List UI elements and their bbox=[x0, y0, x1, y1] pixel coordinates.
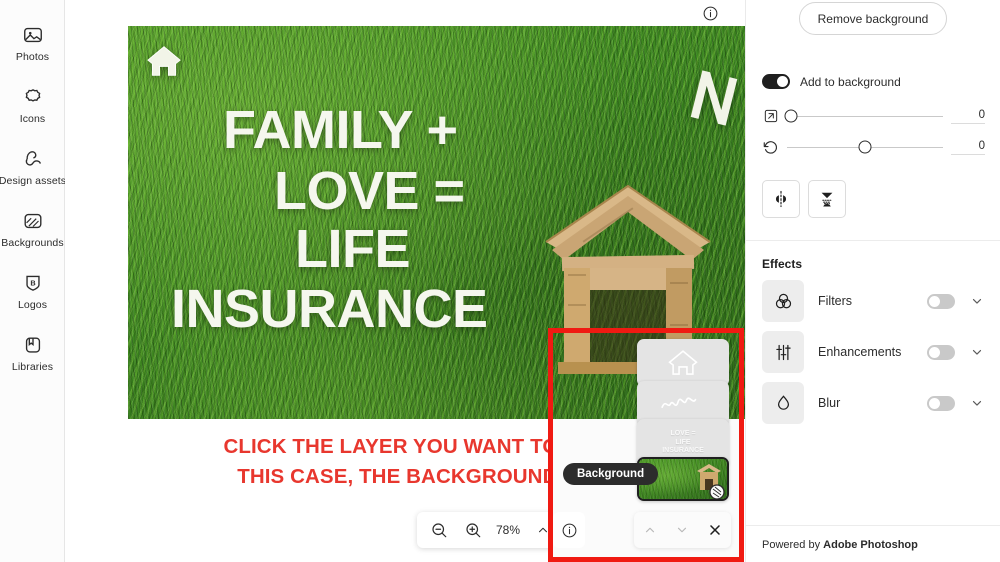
sidebar-label-logos: Logos bbox=[17, 298, 48, 311]
panel-footer-divider bbox=[746, 525, 1000, 526]
letter-n-glyph bbox=[690, 70, 738, 126]
zoom-toolbar: 78% bbox=[417, 512, 565, 548]
backgrounds-icon bbox=[22, 210, 44, 232]
house-logo-icon bbox=[147, 46, 181, 76]
zoom-level-value[interactable]: 78% bbox=[491, 523, 525, 537]
layer-info-button[interactable] bbox=[553, 512, 585, 548]
chevron-down-icon[interactable] bbox=[969, 395, 985, 411]
toggle-knob bbox=[929, 346, 940, 358]
svg-text:B: B bbox=[30, 278, 35, 287]
libraries-icon bbox=[22, 334, 44, 356]
layer-thumb-content bbox=[637, 339, 729, 387]
layer-thumb-house-logo[interactable] bbox=[637, 339, 729, 387]
resize-icon bbox=[762, 108, 779, 125]
sidebar-label-photos: Photos bbox=[15, 50, 50, 63]
blur-icon bbox=[762, 382, 804, 424]
icons-icon bbox=[22, 86, 44, 108]
enhancements-icon bbox=[762, 331, 804, 373]
size-slider-value[interactable]: 0 bbox=[951, 109, 985, 124]
chevron-up-icon bbox=[643, 523, 657, 537]
sidebar-item-libraries[interactable]: Libraries bbox=[0, 322, 65, 384]
rotate-slider-row: 0 bbox=[762, 134, 985, 160]
rotate-slider-track[interactable] bbox=[787, 140, 943, 154]
layer-navigation-bar bbox=[634, 512, 731, 548]
enhancements-toggle[interactable] bbox=[927, 344, 955, 360]
flip-horizontal-icon bbox=[771, 189, 791, 209]
powered-by-text: Powered by Adobe Photoshop bbox=[762, 539, 918, 551]
toggle-knob bbox=[929, 295, 940, 307]
signature-icon bbox=[661, 397, 697, 408]
layer-move-up-button[interactable] bbox=[636, 516, 664, 544]
info-icon bbox=[561, 522, 578, 539]
zoom-in-button[interactable] bbox=[457, 515, 489, 545]
chevron-down-icon[interactable] bbox=[969, 344, 985, 360]
filters-icon bbox=[762, 280, 804, 322]
rotate-slider-value[interactable]: 0 bbox=[951, 140, 985, 155]
flip-horizontal-button[interactable] bbox=[762, 180, 800, 218]
add-to-background-toggle[interactable] bbox=[762, 74, 790, 89]
powered-by-prefix: Powered by bbox=[762, 539, 824, 551]
left-sidebar: Photos Icons Design assets Backgrounds B… bbox=[0, 0, 67, 562]
add-to-background-label: Add to background bbox=[800, 74, 901, 89]
photos-icon bbox=[22, 24, 44, 46]
filters-toggle[interactable] bbox=[927, 293, 955, 309]
sidebar-item-backgrounds[interactable]: Backgrounds bbox=[0, 198, 65, 260]
add-to-background-row[interactable]: Add to background bbox=[762, 74, 901, 89]
panel-divider bbox=[746, 240, 1000, 241]
effect-row-filters[interactable]: Filters bbox=[762, 280, 985, 322]
effect-label-blur: Blur bbox=[818, 396, 841, 410]
zoom-out-icon bbox=[430, 521, 448, 539]
selected-layer-badge[interactable]: Background bbox=[563, 463, 659, 485]
layer-close-button[interactable] bbox=[701, 516, 729, 544]
house-icon bbox=[668, 350, 698, 375]
design-assets-icon bbox=[22, 148, 44, 170]
effect-label-filters: Filters bbox=[818, 294, 853, 308]
effect-row-enhancements[interactable]: Enhancements bbox=[762, 331, 985, 373]
layer-move-down-button[interactable] bbox=[668, 516, 696, 544]
effect-row-blur[interactable]: Blur bbox=[762, 382, 985, 424]
sidebar-label-icons: Icons bbox=[19, 112, 46, 125]
zoom-in-icon bbox=[464, 521, 482, 539]
rotate-icon bbox=[762, 139, 779, 156]
info-icon bbox=[702, 5, 719, 22]
sidebar-item-photos[interactable]: Photos bbox=[0, 12, 65, 74]
sidebar-item-design-assets[interactable]: Design assets bbox=[0, 136, 67, 198]
chevron-down-icon bbox=[675, 523, 689, 537]
close-icon bbox=[707, 522, 723, 538]
blur-toggle[interactable] bbox=[927, 395, 955, 411]
sidebar-label-libraries: Libraries bbox=[11, 360, 54, 373]
powered-by-brand: Adobe Photoshop bbox=[823, 539, 918, 551]
shadow-icon bbox=[817, 189, 837, 209]
rotate-slider-knob[interactable] bbox=[858, 140, 872, 154]
sidebar-item-logos[interactable]: B Logos bbox=[0, 260, 65, 322]
layer-thumb-text: LOVE = LIFE INSURANCE bbox=[662, 430, 704, 455]
effects-section-title: Effects bbox=[762, 257, 803, 271]
toggle-knob bbox=[777, 76, 788, 87]
shadow-button[interactable] bbox=[808, 180, 846, 218]
sidebar-item-icons[interactable]: Icons bbox=[0, 74, 65, 136]
chevron-up-icon bbox=[536, 523, 550, 537]
size-slider-row: 0 bbox=[762, 103, 985, 129]
sidebar-label-backgrounds: Backgrounds bbox=[1, 236, 64, 249]
logos-icon: B bbox=[22, 272, 44, 294]
toggle-knob bbox=[929, 397, 940, 409]
right-properties-panel: Remove background Add to background 0 0 … bbox=[745, 0, 1000, 562]
chevron-down-icon[interactable] bbox=[969, 293, 985, 309]
size-slider-knob[interactable] bbox=[784, 109, 798, 123]
remove-background-button[interactable]: Remove background bbox=[799, 2, 947, 35]
canvas-info-button[interactable] bbox=[688, 0, 732, 26]
sidebar-label-design-assets: Design assets bbox=[0, 174, 67, 187]
size-slider-track[interactable] bbox=[784, 109, 943, 123]
app-root: Photos Icons Design assets Backgrounds B… bbox=[0, 0, 1000, 562]
zoom-out-button[interactable] bbox=[423, 515, 455, 545]
effect-label-enhancements: Enhancements bbox=[818, 345, 902, 359]
